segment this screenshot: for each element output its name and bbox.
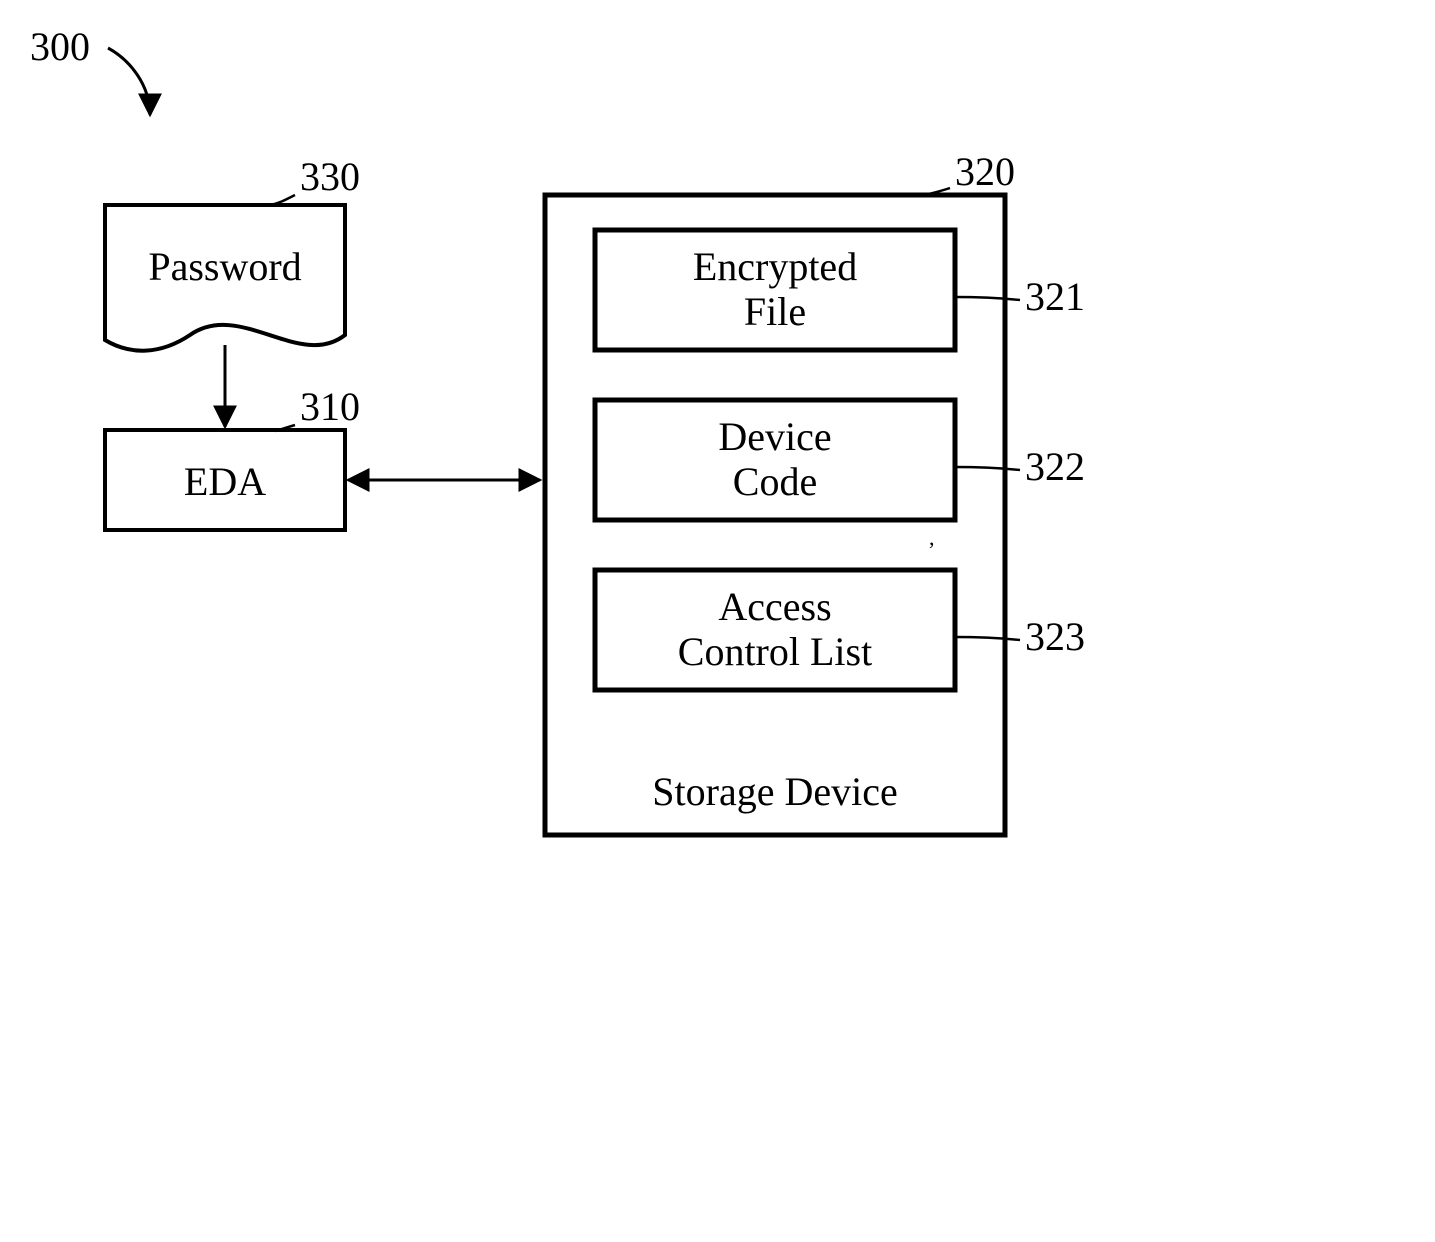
item3-ref-label: 323 <box>1025 614 1085 659</box>
acl-block: Access Control List <box>595 570 955 690</box>
storage-device-title: Storage Device <box>652 769 897 814</box>
eda-block: EDA <box>105 430 345 530</box>
encrypted-file-line2: File <box>744 289 806 334</box>
item2-ref-label: 322 <box>1025 444 1085 489</box>
acl-line2: Control List <box>678 629 872 674</box>
password-ref-label: 330 <box>300 154 360 199</box>
password-label: Password <box>148 244 301 289</box>
figure-ref-label: 300 <box>30 24 90 69</box>
eda-label: EDA <box>184 459 266 504</box>
diagram-root: 300 Password 330 EDA 310 Storage Device … <box>0 0 1435 1242</box>
device-code-line1: Device <box>718 414 831 459</box>
device-code-block: Device Code <box>595 400 955 520</box>
encrypted-file-block: Encrypted File <box>595 230 955 350</box>
encrypted-file-line1: Encrypted <box>693 244 857 289</box>
password-block: Password <box>105 205 345 351</box>
device-code-line2: Code <box>733 459 817 504</box>
acl-line1: Access <box>718 584 831 629</box>
artifact-tick: , <box>929 525 935 550</box>
item1-ref-label: 321 <box>1025 274 1085 319</box>
storage-ref-label: 320 <box>955 149 1015 194</box>
figure-ref-arrow <box>108 48 150 115</box>
storage-device-block: Storage Device Encrypted File Device Cod… <box>545 195 1005 835</box>
eda-ref-label: 310 <box>300 384 360 429</box>
